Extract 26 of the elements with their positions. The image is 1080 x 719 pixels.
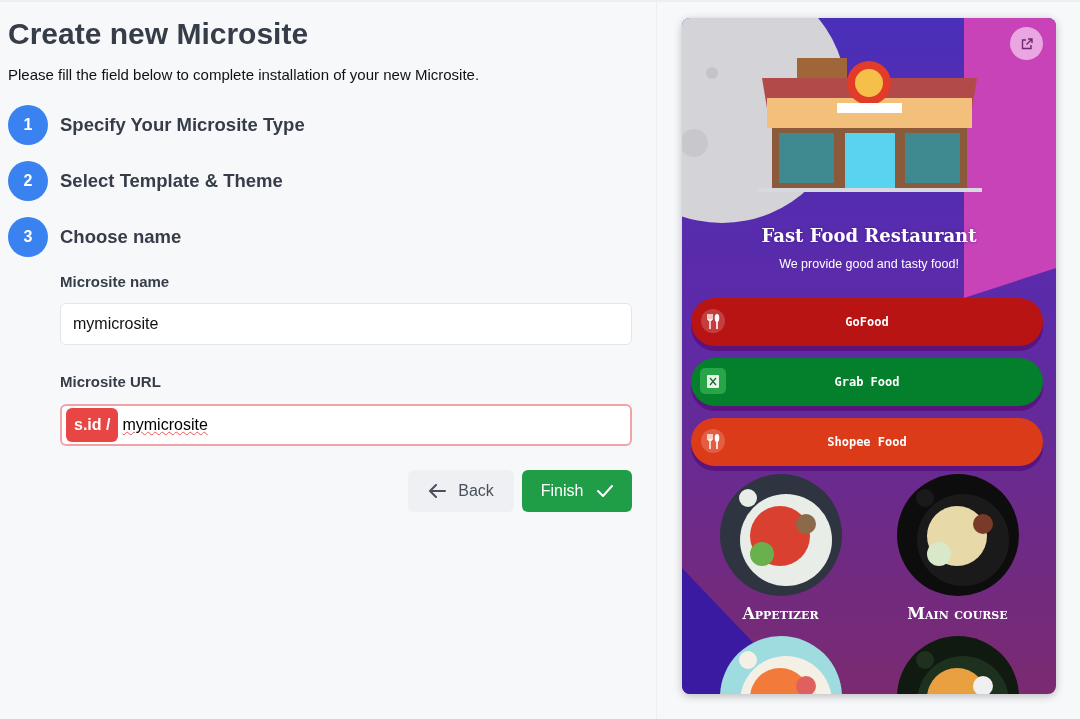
utensils-icon — [700, 307, 726, 334]
check-icon — [597, 484, 614, 497]
page-title: Create new Microsite — [8, 16, 310, 52]
url-prefix: s.id / — [66, 407, 119, 442]
field-label: Microsite name — [60, 271, 171, 292]
menu-category: Appetizer — [742, 602, 819, 625]
instruction-text: Please fill the field below to complete installation of your new Microsite. — [8, 65, 481, 85]
text-field[interactable]: mymicrosite — [122, 412, 626, 437]
site-title: Fast Food Restaurant — [761, 224, 977, 248]
step-label[interactable]: Select Template & Theme — [60, 166, 283, 195]
site-tagline: We provide good and tasty food! — [779, 256, 959, 273]
text-field[interactable]: mymicrosite — [60, 303, 632, 345]
back-button[interactable]: Back — [408, 469, 514, 512]
utensils-icon — [700, 427, 726, 454]
step-label[interactable]: Specify Your Microsite Type — [60, 110, 305, 139]
step-label[interactable]: Choose name — [60, 222, 182, 251]
field-label: Microsite URL — [60, 372, 162, 392]
step-number: 1 — [8, 104, 48, 145]
step-number: 2 — [8, 160, 48, 201]
external-link-icon — [1020, 37, 1033, 50]
url-input-group[interactable]: s.id / mymicrosite — [60, 403, 632, 446]
finish-button[interactable]: Finish — [522, 469, 632, 512]
bag-icon — [700, 367, 726, 394]
step-number: 3 — [8, 216, 48, 257]
menu-category: Main course — [907, 602, 1008, 625]
arrow-left-icon — [428, 483, 447, 498]
